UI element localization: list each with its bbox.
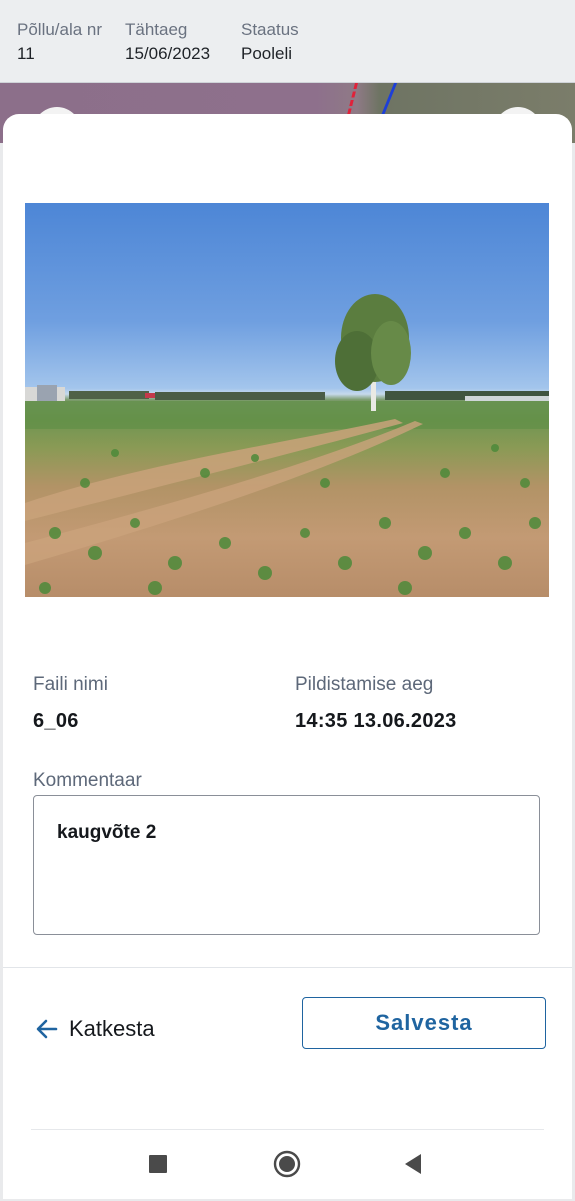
field-number-value: 11 [17,44,35,63]
field-number-block: Põllu/ala nr 11 [17,20,102,64]
field-photo [25,203,549,597]
file-name-value: 6_06 [33,710,79,732]
photo-time-value: 14:35 13.06.2023 [295,710,457,732]
status-block: Staatus Pooleli [241,20,299,64]
file-name-block: Faili nimi 6_06 [33,674,108,733]
back-triangle-icon[interactable] [393,1152,433,1176]
photo-time-block: Pildistamise aeg 14:35 13.06.2023 [295,674,457,733]
home-circle-icon[interactable] [267,1150,307,1178]
task-info-header: Põllu/ala nr 11 Tähtaeg 15/06/2023 Staat… [0,0,575,83]
actions-divider [3,967,572,968]
cancel-button[interactable]: Katkesta [35,1012,155,1046]
comment-text: kaugvõte 2 [57,822,157,843]
arrow-left-icon [35,1017,59,1041]
file-name-label: Faili nimi [33,674,108,695]
field-number-label: Põllu/ala nr [17,20,103,39]
photo-detail-sheet: Faili nimi 6_06 Pildistamise aeg 14:35 1… [3,114,572,1199]
recents-square-icon[interactable] [138,1152,178,1176]
save-button[interactable]: Salvesta [302,997,546,1049]
deadline-block: Tähtaeg 15/06/2023 [125,20,210,64]
photo-time-label: Pildistamise aeg [295,674,434,695]
deadline-value: 15/06/2023 [125,44,211,63]
status-value: Pooleli [241,44,293,63]
status-label: Staatus [241,20,299,39]
comment-textarea[interactable]: kaugvõte 2 [33,795,540,935]
navbar-divider [31,1129,544,1130]
comment-label: Kommentaar [33,770,142,791]
cancel-label: Katkesta [69,1016,155,1041]
save-label: Salvesta [375,1010,473,1035]
deadline-label: Tähtaeg [125,20,188,39]
